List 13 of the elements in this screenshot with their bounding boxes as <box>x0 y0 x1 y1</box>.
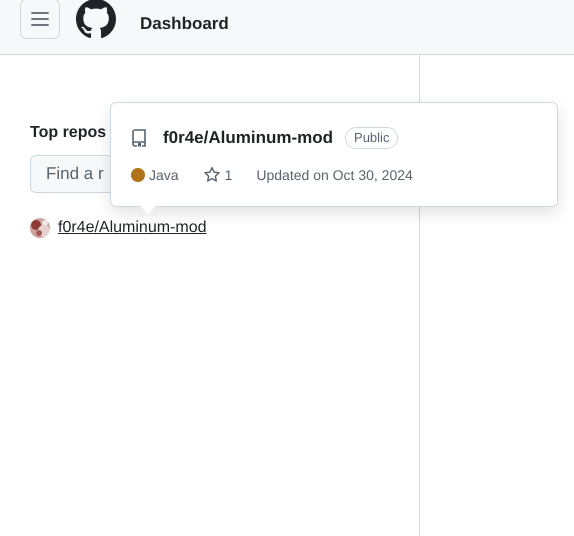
repo-link[interactable]: f0r4e/Aluminum-mod <box>58 216 206 240</box>
menu-icon <box>31 12 49 26</box>
updated-date: Updated on Oct 30, 2024 <box>256 166 413 185</box>
section-heading: Top repos <box>30 123 106 143</box>
language-name: Java <box>149 166 179 184</box>
menu-button[interactable] <box>20 0 60 39</box>
page-title: Dashboard <box>140 13 229 36</box>
repo-icon <box>131 128 147 147</box>
star-count: 1 <box>224 166 232 184</box>
star-icon <box>202 166 221 184</box>
github-logo-icon[interactable] <box>76 0 116 39</box>
visibility-label: Public <box>345 126 398 149</box>
repo-name[interactable]: f0r4e/Aluminum-mod <box>163 125 334 150</box>
